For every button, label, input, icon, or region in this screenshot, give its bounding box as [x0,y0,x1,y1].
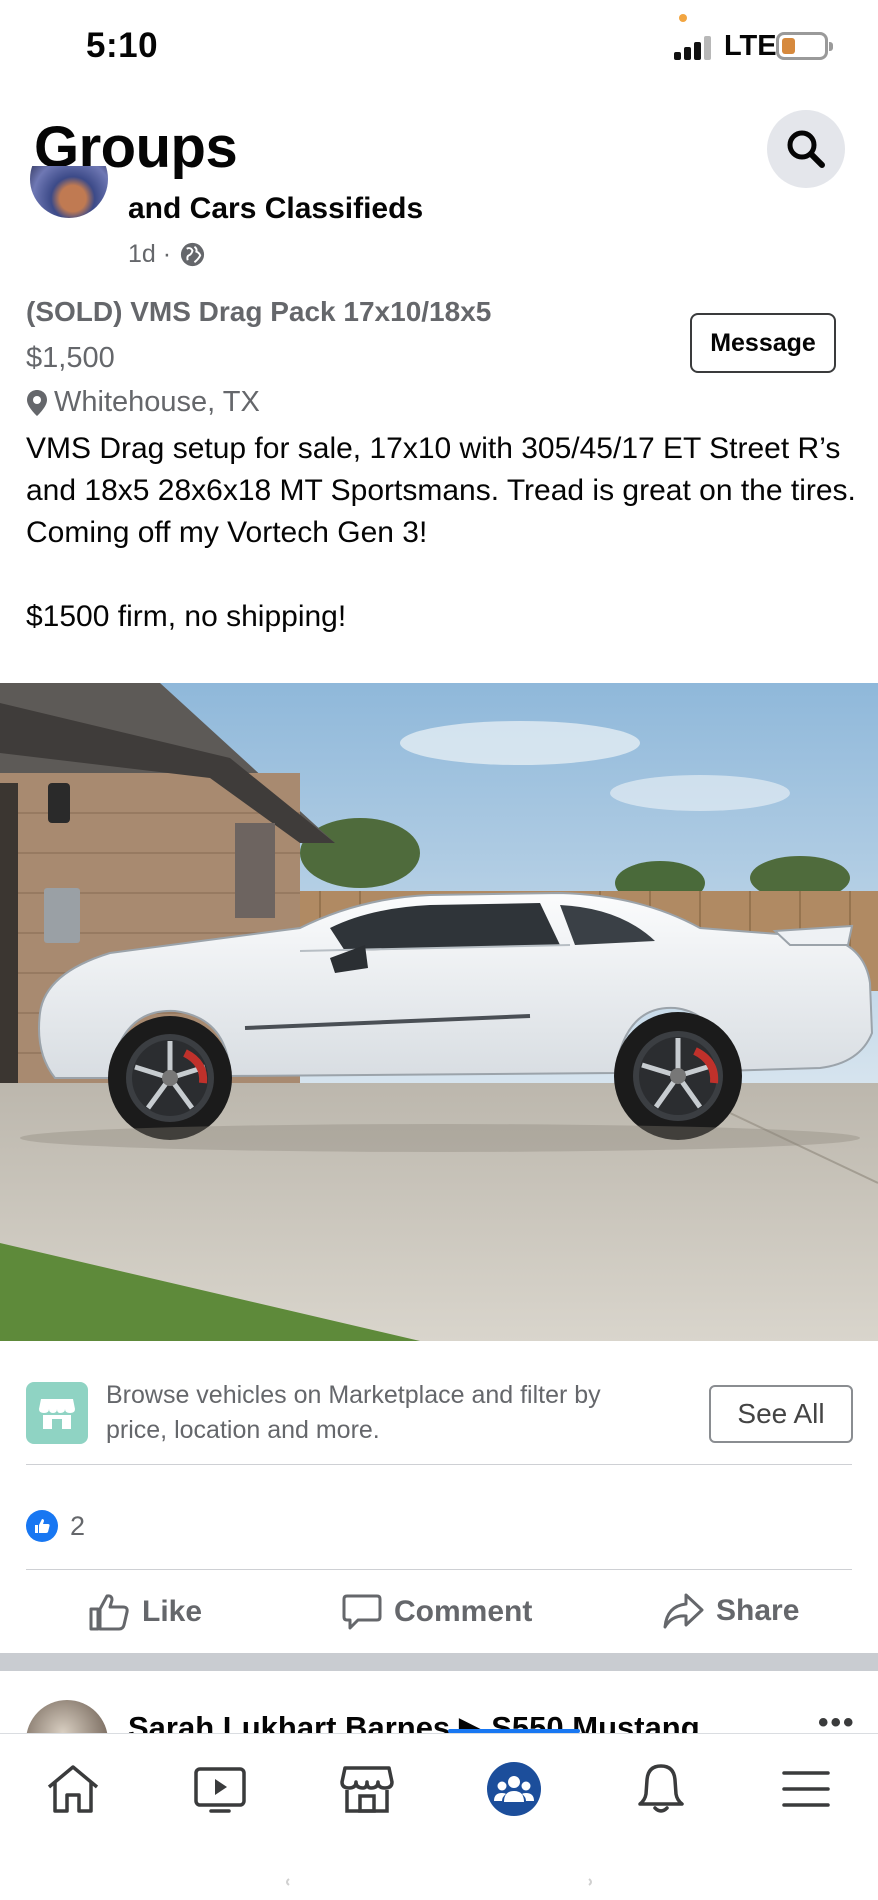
divider [26,1569,852,1570]
video-icon [194,1767,246,1813]
network-type: LTE [724,30,777,62]
tab-groups[interactable] [474,1754,554,1824]
feed-separator [0,1653,878,1671]
group-name[interactable]: and Cars Classifieds [128,192,423,226]
listing-location: Whitehouse, TX [26,386,260,419]
status-bar: 5:10 LTE [0,0,878,100]
marketplace-icon [39,1399,75,1429]
comment-icon [342,1594,382,1630]
listing-price: $1,500 [26,342,115,374]
active-tab-indicator [448,1729,580,1733]
cell-signal-icon [674,34,718,60]
home-icon [47,1765,99,1813]
post-meta: 1d · [128,240,206,269]
comment-label: Comment [394,1595,533,1628]
marketplace-promo-icon[interactable] [26,1382,88,1444]
tab-video[interactable] [180,1754,260,1824]
reaction-summary[interactable]: 2 [26,1510,85,1542]
notifications-icon [638,1764,684,1813]
tab-marketplace[interactable] [327,1754,407,1824]
globe-icon [181,242,205,267]
share-icon [663,1593,704,1629]
map-pin-icon [27,389,47,416]
battery-icon [776,32,833,60]
search-button[interactable] [767,110,845,188]
share-button[interactable]: Share [662,1592,799,1630]
bottom-tab-bar [0,1729,878,1900]
message-button[interactable]: Message [690,313,836,373]
tab-menu[interactable] [766,1754,846,1824]
search-icon [787,130,825,168]
recording-indicator-dot [679,14,687,22]
tab-notifications[interactable] [621,1754,701,1824]
tab-home[interactable] [33,1754,113,1824]
home-indicator [285,1874,593,1886]
groups-icon [487,1762,541,1816]
reaction-count: 2 [70,1510,86,1541]
comment-button[interactable]: Comment [342,1592,532,1632]
marketplace-icon [340,1766,394,1813]
like-button[interactable]: Like [88,1592,202,1632]
listing-title[interactable]: (SOLD) VMS Drag Pack 17x10/18x5 [26,296,491,328]
menu-icon [782,1771,830,1807]
post-time: 1d · [128,240,172,268]
share-label: Share [716,1594,800,1627]
like-reaction-icon [26,1510,58,1542]
see-all-button[interactable]: See All [709,1385,853,1443]
status-time: 5:10 [86,26,159,65]
post-body: VMS Drag setup for sale, 17x10 with 305/… [26,432,856,633]
post-photo[interactable] [0,683,878,1341]
listing-location-text: Whitehouse, TX [54,386,260,418]
group-avatar[interactable] [30,166,108,226]
like-label: Like [142,1595,203,1628]
marketplace-promo-text: Browse vehicles on Marketplace and filte… [106,1381,601,1444]
like-icon [89,1594,129,1631]
divider [26,1464,852,1465]
